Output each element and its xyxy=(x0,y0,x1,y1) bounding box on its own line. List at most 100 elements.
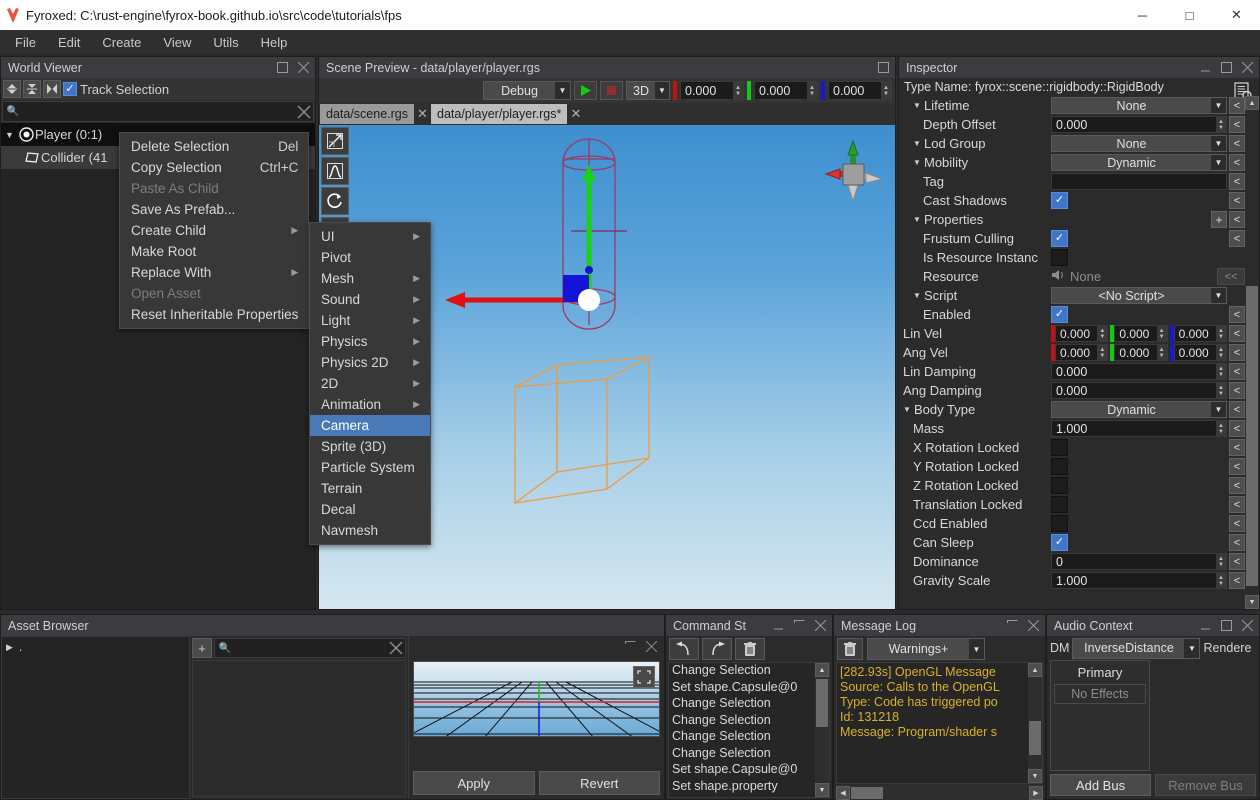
z-stepper[interactable]: ▲ ▼ xyxy=(881,82,891,99)
play-mode-dropdown[interactable]: Debug ▼ xyxy=(483,81,571,100)
number-stepper[interactable]: ▲ ▼ xyxy=(1216,383,1226,398)
asset-search[interactable]: 🔍 xyxy=(214,638,406,658)
number-stepper[interactable]: ▲ ▼ xyxy=(1097,345,1108,360)
scroll-up-icon[interactable]: ▲ xyxy=(815,663,829,677)
number-stepper[interactable]: ▲ ▼ xyxy=(1216,117,1226,132)
revert-property-button[interactable]: < xyxy=(1229,116,1245,133)
inspector-dropdown[interactable]: None ▼ xyxy=(1051,97,1227,114)
hscrollbar-thumb[interactable] xyxy=(851,787,883,799)
clear-icon[interactable] xyxy=(388,641,403,656)
close-icon[interactable] xyxy=(644,639,659,654)
chevron-down-icon[interactable]: ▼ xyxy=(913,291,924,300)
scrollbar-thumb[interactable] xyxy=(816,679,828,727)
scene-tab-scene[interactable]: data/scene.rgs ✕ xyxy=(320,104,431,124)
command-stack-item[interactable]: Set shape.Capsule@0 xyxy=(669,762,829,779)
locate-selection-icon[interactable] xyxy=(43,80,61,98)
maximize-button[interactable]: □ xyxy=(1166,0,1213,30)
create-child-menu-item[interactable]: Physics 2D ▶ xyxy=(310,352,430,373)
message-log-scrollbar[interactable]: ▲ ▼ xyxy=(1028,663,1042,783)
vector3-number-field[interactable]: 0.000 ▲ ▼ xyxy=(1173,344,1227,361)
create-child-menu-item[interactable]: 2D ▶ xyxy=(310,373,430,394)
move-tool-icon[interactable] xyxy=(321,127,349,155)
create-child-menu-item[interactable]: Decal xyxy=(310,499,430,520)
inspector-scrollbar[interactable]: ▲ ▼ xyxy=(1245,96,1259,609)
create-child-submenu[interactable]: UI ▶ Pivot Mesh ▶ Sound ▶ Light ▶ Physics ▶ Physics… xyxy=(309,222,431,545)
maximize-icon[interactable] xyxy=(275,60,290,75)
revert-property-button[interactable]: < xyxy=(1229,458,1245,475)
revert-property-button[interactable]: < xyxy=(1229,363,1245,380)
scroll-down-icon[interactable]: ▼ xyxy=(1028,769,1042,783)
number-stepper[interactable]: ▲ ▼ xyxy=(1215,345,1226,360)
create-child-menu-item[interactable]: Light ▶ xyxy=(310,310,430,331)
minimize-button[interactable]: ─ xyxy=(1119,0,1166,30)
number-stepper[interactable]: ▲ ▼ xyxy=(1216,421,1226,436)
inspector-number-field[interactable]: 1.000 ▲ ▼ xyxy=(1051,420,1227,437)
audio-bus-primary[interactable]: Primary No Effects xyxy=(1050,660,1150,771)
inspector-dropdown[interactable]: Dynamic ▼ xyxy=(1051,401,1227,418)
close-button[interactable]: ✕ xyxy=(1213,0,1260,30)
inspector-dropdown[interactable]: None ▼ xyxy=(1051,135,1227,152)
world-viewer-search[interactable]: 🔍 xyxy=(2,101,314,122)
undo-icon[interactable] xyxy=(669,638,699,660)
z-position-field[interactable]: 0.000 ▲ ▼ xyxy=(828,81,892,100)
vector3-number-field[interactable]: 0.000 ▲ ▼ xyxy=(1055,325,1109,342)
node-context-menu[interactable]: Delete Selection Del Copy Selection Ctrl+C P… xyxy=(119,132,310,329)
revert-property-button[interactable]: < xyxy=(1229,325,1245,342)
revert-property-button[interactable]: < xyxy=(1229,154,1245,171)
scene-tab-player[interactable]: data/player/player.rgs* ✕ xyxy=(431,104,584,124)
context-menu-item[interactable]: Reset Inheritable Properties xyxy=(120,304,308,325)
chevron-down-icon[interactable]: ▼ xyxy=(913,158,924,167)
create-child-menu-item[interactable]: Mesh ▶ xyxy=(310,268,430,289)
create-child-menu-item[interactable]: Sound ▶ xyxy=(310,289,430,310)
create-child-menu-item[interactable]: Animation ▶ xyxy=(310,394,430,415)
message-log-list[interactable]: [282.93s] OpenGL Message Source: Calls t… xyxy=(836,662,1043,784)
inspector-checkbox[interactable]: ✓ xyxy=(1051,306,1068,323)
close-icon[interactable] xyxy=(1026,618,1041,633)
context-menu-item[interactable]: Delete Selection Del xyxy=(120,136,308,157)
add-property-button[interactable]: + xyxy=(1211,211,1227,228)
minimize-icon[interactable] xyxy=(1198,60,1213,75)
number-stepper[interactable]: ▲ ▼ xyxy=(1216,554,1226,569)
vector3-y-component[interactable]: 0.000 ▲ ▼ xyxy=(1110,325,1168,342)
revert-property-button[interactable]: < xyxy=(1229,135,1245,152)
revert-property-button[interactable]: < xyxy=(1229,496,1245,513)
vector3-number-field[interactable]: 0.000 ▲ ▼ xyxy=(1114,344,1168,361)
revert-button[interactable]: Revert xyxy=(538,771,660,795)
inspector-text-field[interactable] xyxy=(1051,173,1227,190)
create-child-menu-item[interactable]: UI ▶ xyxy=(310,226,430,247)
inspector-checkbox[interactable]: ✓ xyxy=(1051,230,1068,247)
create-child-menu-item[interactable]: Physics ▶ xyxy=(310,331,430,352)
revert-property-button[interactable]: < xyxy=(1229,211,1245,228)
log-filter-dropdown[interactable]: Warnings+ ▼ xyxy=(867,638,985,660)
fit-to-view-icon[interactable] xyxy=(633,666,655,688)
number-stepper[interactable]: ▲ ▼ xyxy=(1215,326,1226,341)
asset-search-input[interactable] xyxy=(233,641,388,655)
scrollbar-thumb[interactable] xyxy=(1246,286,1258,586)
create-child-menu-item[interactable]: Camera xyxy=(310,415,430,436)
chevron-down-icon[interactable]: ▼ xyxy=(913,101,924,110)
command-stack-item[interactable]: Change Selection xyxy=(669,663,829,680)
asset-folder-tree[interactable]: ▶ . xyxy=(1,636,190,799)
maximize-icon[interactable] xyxy=(1219,618,1234,633)
inspector-resource-field[interactable]: None xyxy=(1051,269,1227,284)
revert-property-button[interactable]: < xyxy=(1229,344,1245,361)
scroll-down-icon[interactable]: ▼ xyxy=(815,783,829,797)
search-input[interactable] xyxy=(21,104,296,119)
number-stepper[interactable]: ▲ ▼ xyxy=(1156,345,1167,360)
asset-item-grid[interactable] xyxy=(192,660,406,797)
create-child-menu-item[interactable]: Navmesh xyxy=(310,520,430,541)
inspector-number-field[interactable]: 0.000 ▲ ▼ xyxy=(1051,116,1227,133)
chevron-down-icon[interactable]: ▼ xyxy=(5,130,17,140)
asset-preview-viewport[interactable] xyxy=(413,661,660,737)
inspector-checkbox[interactable] xyxy=(1051,249,1068,266)
number-stepper[interactable]: ▲ ▼ xyxy=(1156,326,1167,341)
revert-property-button[interactable]: < xyxy=(1229,515,1245,532)
scroll-down-icon[interactable]: ▼ xyxy=(1245,595,1259,609)
vector3-y-component[interactable]: 0.000 ▲ ▼ xyxy=(1110,344,1168,361)
inspector-checkbox[interactable] xyxy=(1051,515,1068,532)
inspector-checkbox[interactable] xyxy=(1051,458,1068,475)
inspector-number-field[interactable]: 1.000 ▲ ▼ xyxy=(1051,572,1227,589)
close-icon[interactable]: ✕ xyxy=(567,104,584,124)
stop-button[interactable] xyxy=(600,81,623,100)
clear-icon[interactable] xyxy=(296,104,311,119)
